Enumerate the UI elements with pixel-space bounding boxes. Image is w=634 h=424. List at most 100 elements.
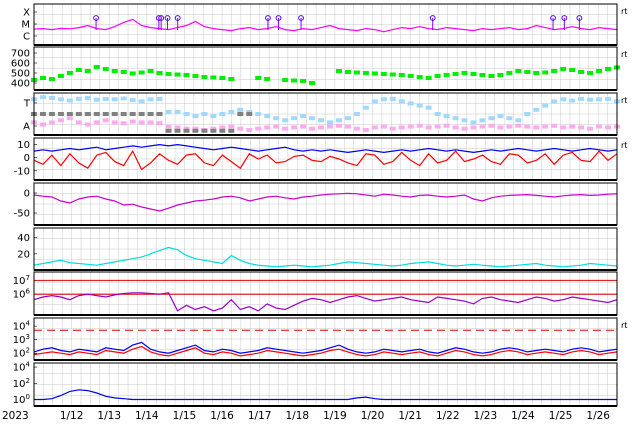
data-point	[461, 118, 468, 123]
data-point	[300, 114, 307, 119]
data-point	[75, 120, 82, 125]
data-point	[605, 96, 612, 101]
data-point	[129, 98, 136, 103]
data-point	[353, 126, 360, 131]
x-tick-label: 1/21	[398, 410, 422, 422]
space-weather-chart-stack: XMCrt400500600700 rtTArt100-10rt0-5020401…	[2, 3, 627, 422]
data-point	[174, 72, 181, 77]
xray-class-panel: XMCrt	[21, 3, 627, 46]
y-tick-label: M	[21, 20, 30, 31]
data-point	[201, 128, 208, 133]
high-energy-proton-panel: 100 102 104	[13, 361, 618, 407]
data-point	[407, 101, 414, 106]
data-point	[596, 69, 603, 73]
data-point	[75, 96, 82, 101]
data-point	[551, 99, 558, 104]
data-point	[156, 96, 163, 101]
data-point	[93, 97, 100, 102]
data-point	[371, 71, 378, 76]
data-point	[344, 124, 351, 129]
data-point	[587, 97, 594, 102]
data-point	[156, 112, 163, 116]
data-point	[282, 126, 289, 131]
y-tick-label: A	[23, 122, 30, 133]
y-tick-label: -50	[14, 209, 30, 220]
data-point	[416, 75, 423, 79]
data-point	[192, 128, 199, 133]
data-point	[66, 71, 73, 75]
data-point	[219, 112, 226, 116]
y-tick-label: 400	[11, 79, 30, 90]
data-point	[542, 70, 549, 75]
data-point	[353, 112, 360, 116]
data-point	[264, 125, 271, 130]
data-point	[398, 125, 405, 130]
data-point	[102, 118, 109, 123]
data-point	[111, 112, 118, 116]
proton-flux-panel: 102103104 rt	[13, 317, 627, 361]
data-point	[362, 71, 369, 75]
data-point	[210, 128, 217, 133]
x-tick-label: 1/18	[285, 410, 309, 422]
data-point	[506, 71, 513, 75]
data-point	[228, 77, 235, 81]
data-point	[264, 77, 271, 81]
data-point	[524, 70, 531, 74]
data-point	[344, 70, 351, 74]
data-point	[443, 114, 450, 119]
data-point	[479, 118, 486, 123]
data-point	[344, 116, 351, 121]
x-tick-label: 1/25	[549, 410, 573, 422]
dst-index-panel: 0 -50	[14, 182, 618, 226]
y-tick-label: 40	[17, 233, 30, 244]
data-point	[39, 95, 46, 100]
data-point	[102, 96, 109, 101]
data-point	[66, 98, 73, 103]
data-point	[237, 112, 244, 116]
data-point	[138, 99, 145, 104]
data-point	[407, 124, 414, 129]
data-point	[183, 73, 190, 77]
data-point	[309, 116, 316, 121]
y-tick-label: 106	[13, 288, 31, 301]
data-point	[165, 124, 172, 129]
data-point	[515, 118, 522, 123]
data-point	[497, 125, 504, 130]
data-point	[120, 96, 127, 101]
x-tick-label: 1/13	[97, 410, 121, 422]
data-point	[380, 72, 387, 76]
data-point	[380, 124, 387, 129]
data-point	[416, 103, 423, 108]
y-tick-label: 700	[11, 49, 30, 60]
y-tick-label: 104	[13, 320, 31, 333]
data-point	[488, 116, 495, 121]
x-tick-label: 1/19	[323, 410, 347, 422]
y-tick-label: X	[23, 8, 30, 19]
data-point	[228, 109, 235, 114]
data-point	[75, 68, 82, 72]
x-tick-label: 1/12	[60, 410, 84, 422]
data-point	[48, 96, 55, 101]
data-point	[452, 125, 459, 130]
data-point	[398, 99, 405, 104]
data-point	[246, 127, 253, 132]
data-point	[39, 76, 46, 80]
data-point	[57, 112, 64, 116]
x-tick-label: 1/26	[586, 410, 610, 422]
data-point	[84, 112, 91, 116]
data-point	[605, 67, 612, 71]
data-point	[183, 128, 190, 133]
data-point	[309, 126, 316, 131]
data-point	[111, 69, 118, 73]
data-point	[84, 96, 91, 101]
data-point	[371, 125, 378, 130]
side-marker: rt	[621, 141, 627, 150]
data-point	[560, 125, 567, 130]
data-point	[192, 74, 199, 78]
data-point	[452, 116, 459, 121]
data-point	[578, 125, 585, 130]
data-point	[569, 68, 576, 72]
data-point	[75, 112, 82, 116]
data-point	[443, 123, 450, 128]
data-point	[434, 74, 441, 78]
